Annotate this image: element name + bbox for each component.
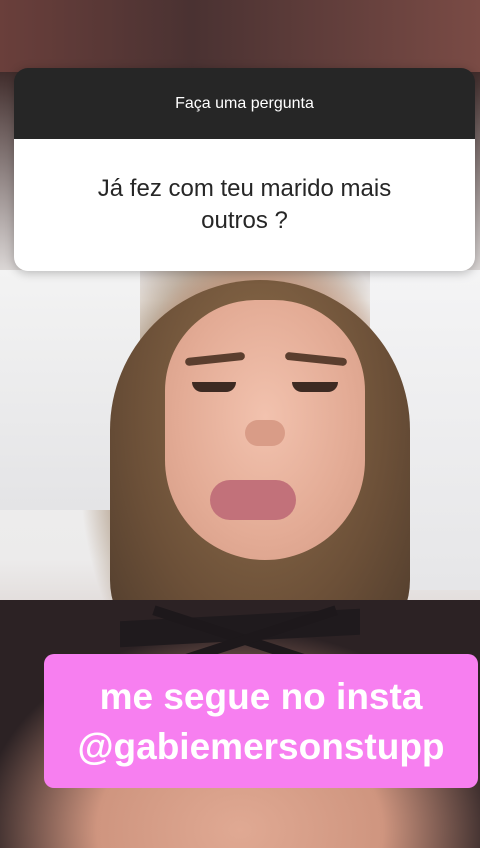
right-eye <box>292 382 338 392</box>
nose <box>245 420 285 446</box>
instagram-handle[interactable]: @gabiemersonstupp <box>44 722 478 772</box>
promo-text-sticker: me segue no insta @gabiemersonstupp <box>44 654 478 788</box>
question-prompt-label: Faça uma pergunta <box>175 94 314 112</box>
question-sticker[interactable]: Faça uma pergunta Já fez com teu marido … <box>14 68 475 271</box>
mouth <box>210 480 296 520</box>
left-eye <box>192 382 236 392</box>
question-text: Já fez com teu marido mais outros ? <box>97 175 392 234</box>
question-sticker-header: Faça uma pergunta <box>14 68 475 139</box>
background-wall <box>0 0 480 72</box>
question-sticker-body: Já fez com teu marido mais outros ? <box>14 139 475 271</box>
promo-line-1: me segue no insta <box>99 676 423 717</box>
